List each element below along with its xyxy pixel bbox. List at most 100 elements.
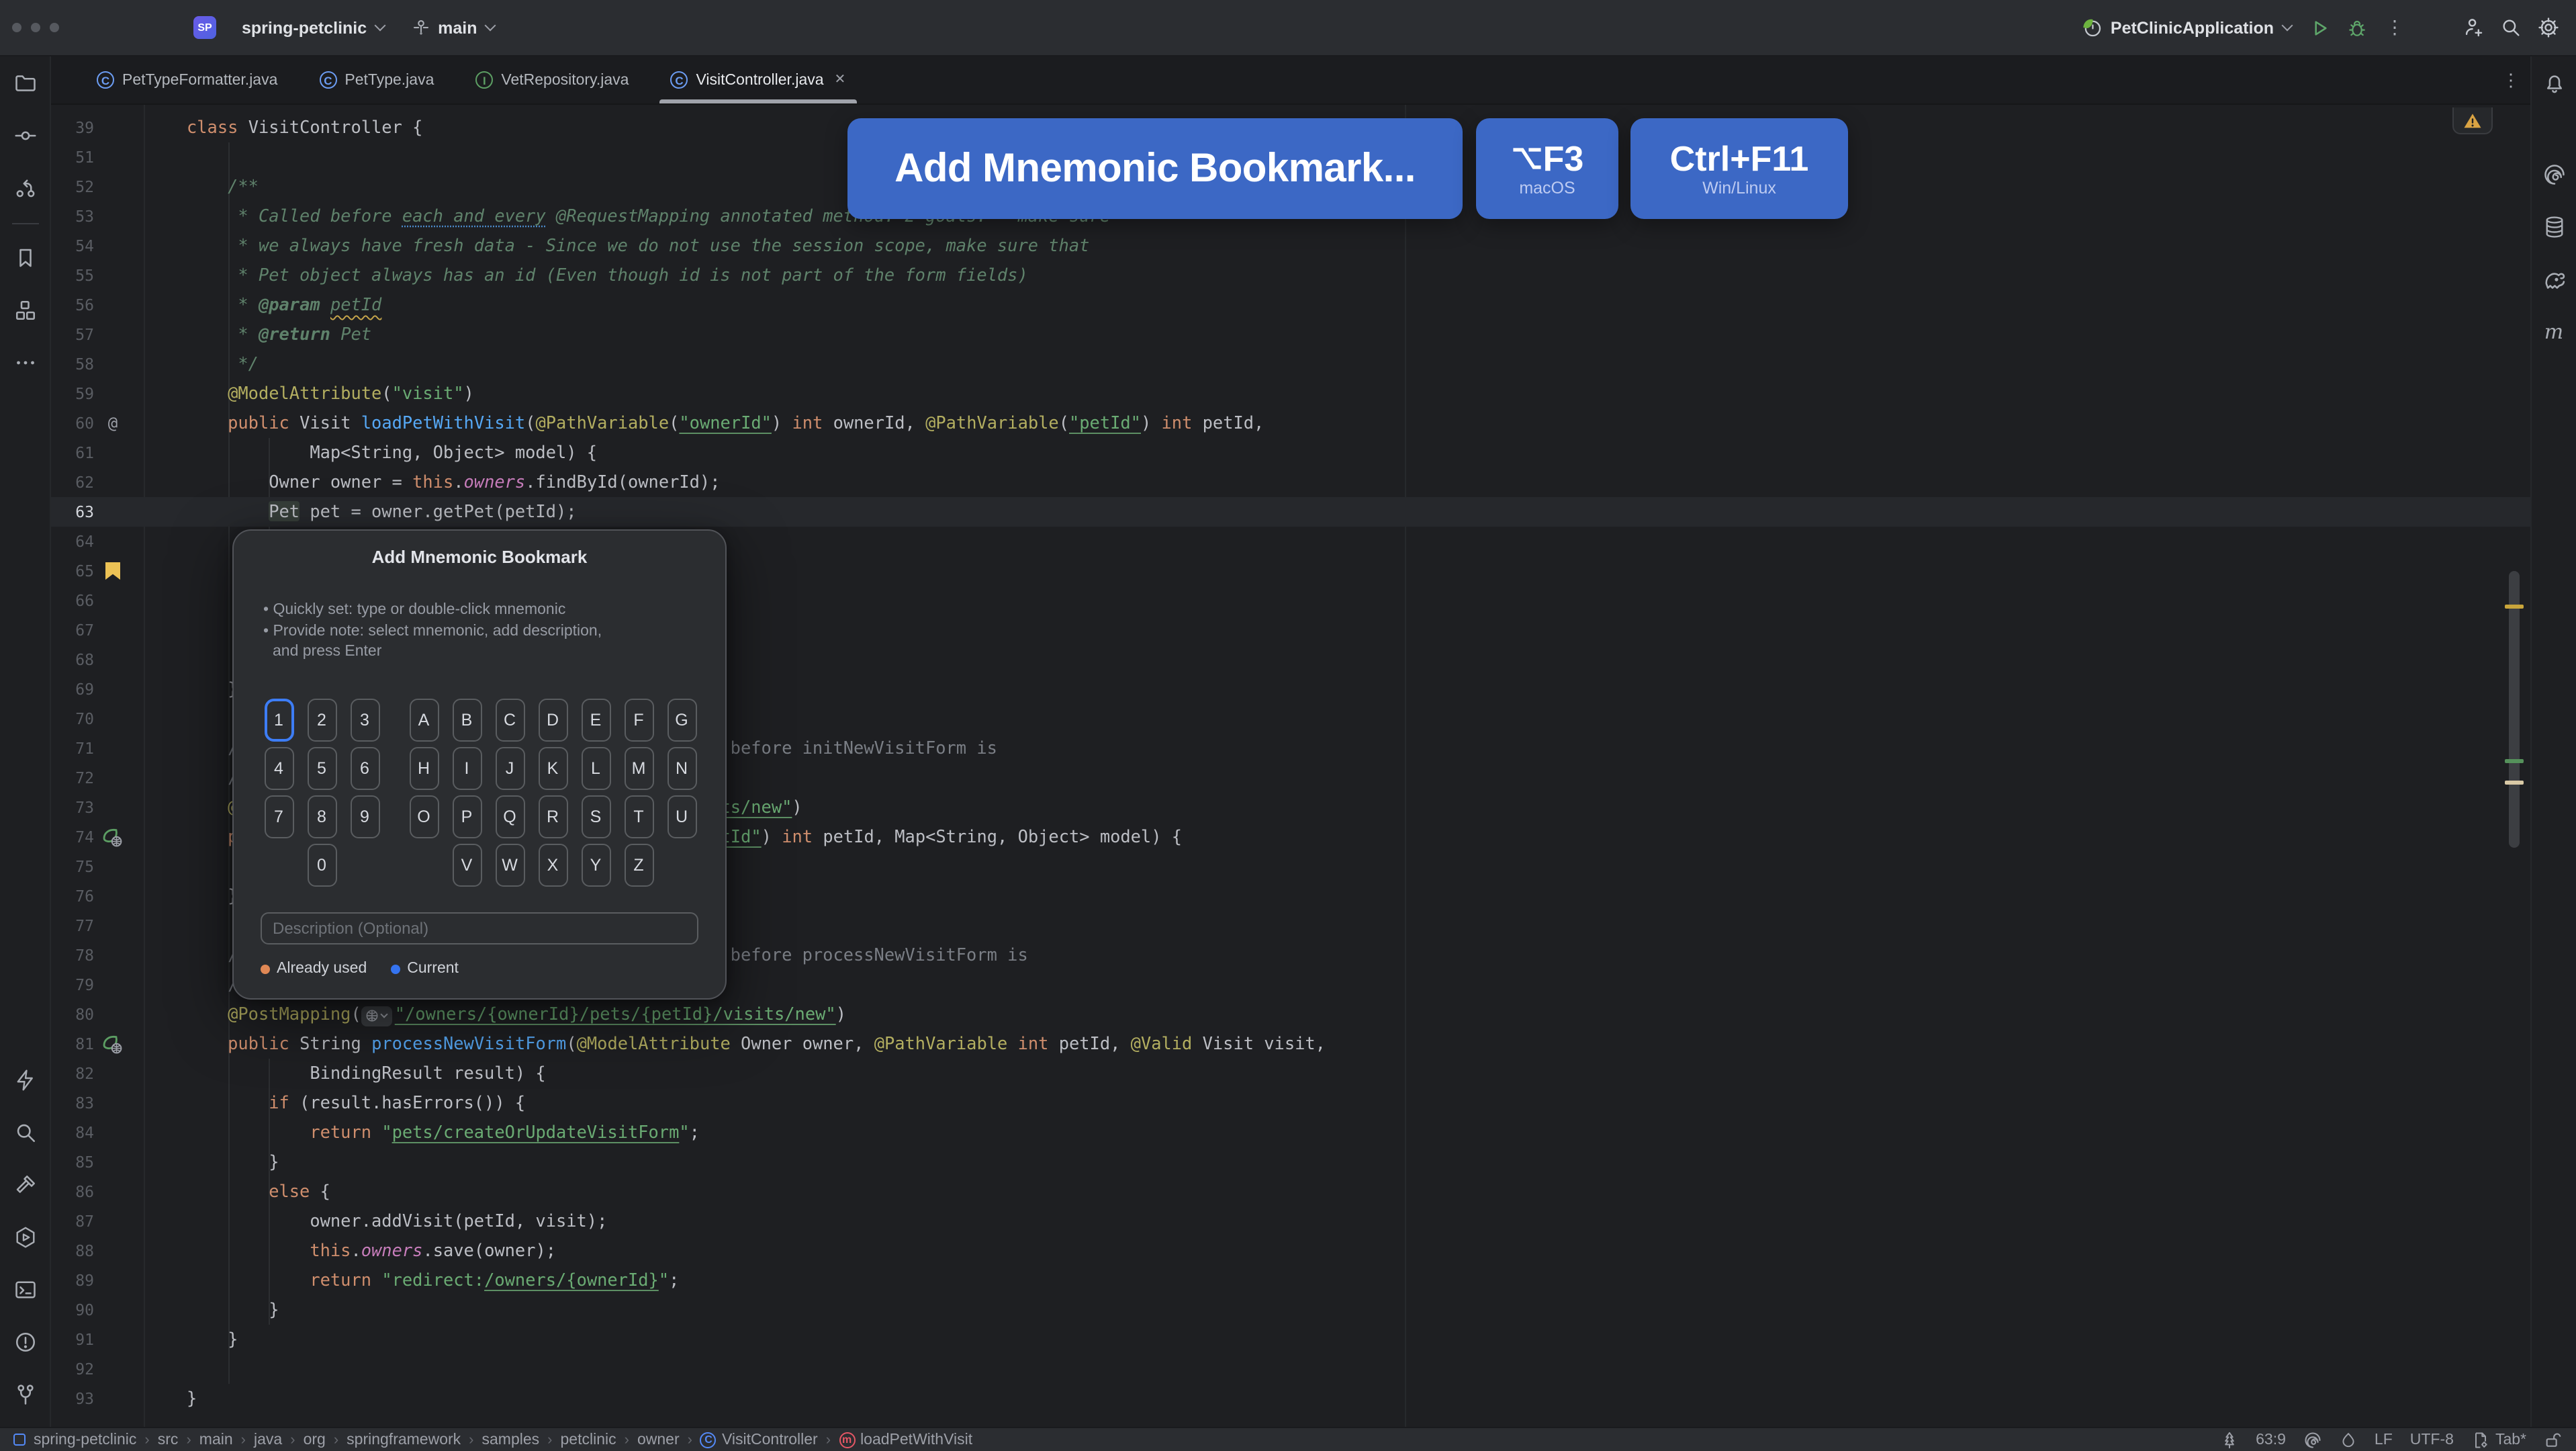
inspections-widget[interactable] bbox=[2452, 107, 2493, 134]
terminal-tool-button[interactable] bbox=[6, 1271, 44, 1309]
code-editor[interactable]: 39class VisitController {5152 /**53 * Ca… bbox=[51, 105, 2530, 1427]
problems-tool-button[interactable] bbox=[6, 1323, 44, 1361]
breadcrumb-java[interactable]: java bbox=[254, 1432, 282, 1448]
commit-tool-button[interactable] bbox=[6, 117, 44, 155]
version-control-tool-button[interactable] bbox=[6, 1376, 44, 1413]
mnemonic-key-H[interactable]: H bbox=[409, 747, 439, 790]
scrollbar-analysis-mark[interactable] bbox=[2505, 759, 2524, 763]
mnemonic-key-S[interactable]: S bbox=[581, 795, 610, 838]
search-everywhere-button[interactable] bbox=[2493, 10, 2528, 45]
unlock-icon[interactable] bbox=[2544, 1430, 2563, 1449]
mnemonic-key-O[interactable]: O bbox=[409, 795, 439, 838]
code-with-me-button[interactable] bbox=[2455, 10, 2490, 45]
database-button[interactable] bbox=[2535, 208, 2573, 246]
breadcrumb-samples[interactable]: samples bbox=[482, 1432, 540, 1448]
breadcrumb-org[interactable]: org bbox=[304, 1432, 326, 1448]
breadcrumb-petclinic[interactable]: petclinic bbox=[561, 1432, 616, 1448]
cursor-position[interactable]: 63:9 bbox=[2256, 1432, 2286, 1448]
mnemonic-key-J[interactable]: J bbox=[495, 747, 524, 790]
branch-selector[interactable]: main bbox=[403, 12, 502, 43]
notifications-button[interactable] bbox=[2535, 64, 2573, 102]
more-tool-windows-button[interactable] bbox=[6, 344, 44, 382]
mnemonic-key-Y[interactable]: Y bbox=[581, 844, 610, 887]
mnemonic-key-T[interactable]: T bbox=[624, 795, 653, 838]
mnemonic-key-V[interactable]: V bbox=[452, 844, 481, 887]
scrollbar-analysis-mark[interactable] bbox=[2505, 605, 2524, 609]
run-configuration-selector[interactable]: PetClinicApplication bbox=[2073, 11, 2299, 44]
run-button[interactable] bbox=[2302, 10, 2337, 45]
mnemonic-key-I[interactable]: I bbox=[452, 747, 481, 790]
url-inlay-chip[interactable] bbox=[361, 1006, 392, 1026]
traffic-light-zoom-button[interactable] bbox=[50, 23, 59, 32]
tab-options-icon[interactable]: ⋮ bbox=[2502, 70, 2520, 91]
line-ending-widget[interactable]: LF bbox=[2375, 1432, 2393, 1448]
mnemonic-key-6[interactable]: 6 bbox=[350, 747, 379, 790]
mnemonic-key-N[interactable]: N bbox=[667, 747, 696, 790]
settings-button[interactable] bbox=[2530, 10, 2565, 45]
ai-assistant-button[interactable] bbox=[2535, 156, 2573, 193]
services-tool-button[interactable] bbox=[6, 1219, 44, 1256]
scrollbar-analysis-mark[interactable] bbox=[2505, 781, 2524, 785]
mnemonic-key-P[interactable]: P bbox=[452, 795, 481, 838]
mnemonic-key-U[interactable]: U bbox=[667, 795, 696, 838]
editor-scrollbar[interactable] bbox=[2509, 571, 2520, 848]
encoding-widget[interactable]: UTF-8 bbox=[2410, 1432, 2454, 1448]
tab-VisitController.java[interactable]: CVisitController.java bbox=[654, 56, 862, 103]
mnemonic-key-0[interactable]: 0 bbox=[307, 844, 336, 887]
description-input[interactable] bbox=[261, 912, 698, 944]
breadcrumb-springframework[interactable]: springframework bbox=[347, 1432, 461, 1448]
mnemonic-key-X[interactable]: X bbox=[538, 844, 567, 887]
mnemonic-key-E[interactable]: E bbox=[581, 699, 610, 742]
structure-tool-button[interactable] bbox=[6, 292, 44, 329]
traffic-light-close-button[interactable] bbox=[12, 23, 21, 32]
tab-PetType.java[interactable]: CPetType.java bbox=[303, 56, 450, 103]
mnemonic-key-8[interactable]: 8 bbox=[307, 795, 336, 838]
droplet-icon[interactable] bbox=[2340, 1430, 2357, 1449]
mnemonic-key-3[interactable]: 3 bbox=[350, 699, 379, 742]
mnemonic-key-A[interactable]: A bbox=[409, 699, 439, 742]
mnemonic-key-1[interactable]: 1 bbox=[264, 699, 293, 742]
mnemonic-key-Q[interactable]: Q bbox=[495, 795, 524, 838]
mnemonic-key-C[interactable]: C bbox=[495, 699, 524, 742]
mnemonic-key-K[interactable]: K bbox=[538, 747, 567, 790]
tab-VetRepository.java[interactable]: IVetRepository.java bbox=[459, 56, 645, 103]
mnemonic-key-R[interactable]: R bbox=[538, 795, 567, 838]
mnemonic-key-2[interactable]: 2 bbox=[307, 699, 336, 742]
mnemonic-key-L[interactable]: L bbox=[581, 747, 610, 790]
tab-PetTypeFormatter.java[interactable]: CPetTypeFormatter.java bbox=[81, 56, 293, 103]
breadcrumb-main[interactable]: main bbox=[199, 1432, 233, 1448]
mnemonic-key-4[interactable]: 4 bbox=[264, 747, 293, 790]
more-actions-button[interactable]: ⋮ bbox=[2377, 10, 2412, 45]
find-tool-button[interactable] bbox=[6, 1114, 44, 1151]
mnemonic-key-Z[interactable]: Z bbox=[624, 844, 653, 887]
pine-tree-icon[interactable] bbox=[2219, 1430, 2238, 1449]
mnemonic-key-9[interactable]: 9 bbox=[350, 795, 379, 838]
project-tool-button[interactable] bbox=[6, 64, 44, 102]
mnemonic-key-F[interactable]: F bbox=[624, 699, 653, 742]
maven-button[interactable]: m bbox=[2535, 313, 2573, 351]
project-selector[interactable]: spring-petclinic bbox=[227, 13, 392, 42]
ai-swirl-icon[interactable] bbox=[2303, 1430, 2322, 1449]
mnemonic-key-G[interactable]: G bbox=[667, 699, 696, 742]
gradle-button[interactable] bbox=[2535, 261, 2573, 298]
mnemonic-key-5[interactable]: 5 bbox=[307, 747, 336, 790]
mnemonic-key-7[interactable]: 7 bbox=[264, 795, 293, 838]
mnemonic-key-W[interactable]: W bbox=[495, 844, 524, 887]
endpoints-tool-button[interactable] bbox=[6, 1061, 44, 1099]
mnemonic-key-D[interactable]: D bbox=[538, 699, 567, 742]
close-icon[interactable] bbox=[835, 73, 846, 87]
bookmarks-tool-button[interactable] bbox=[6, 239, 44, 277]
breadcrumb-owner[interactable]: owner bbox=[637, 1432, 680, 1448]
breadcrumb-spring-petclinic[interactable]: spring-petclinic bbox=[13, 1432, 136, 1448]
traffic-light-minimize-button[interactable] bbox=[31, 23, 40, 32]
indent-widget[interactable]: Tab* bbox=[2471, 1430, 2526, 1449]
build-tool-button[interactable] bbox=[6, 1166, 44, 1204]
mnemonic-key-M[interactable]: M bbox=[624, 747, 653, 790]
pull-requests-tool-button[interactable] bbox=[6, 169, 44, 207]
bookmark-gutter-icon[interactable] bbox=[97, 556, 129, 586]
breadcrumb-VisitController[interactable]: CVisitController bbox=[700, 1432, 818, 1448]
breadcrumb-src[interactable]: src bbox=[158, 1432, 179, 1448]
breadcrumb-loadPetWithVisit[interactable]: mloadPetWithVisit bbox=[839, 1432, 972, 1448]
debug-button[interactable] bbox=[2340, 10, 2375, 45]
mnemonic-key-B[interactable]: B bbox=[452, 699, 481, 742]
